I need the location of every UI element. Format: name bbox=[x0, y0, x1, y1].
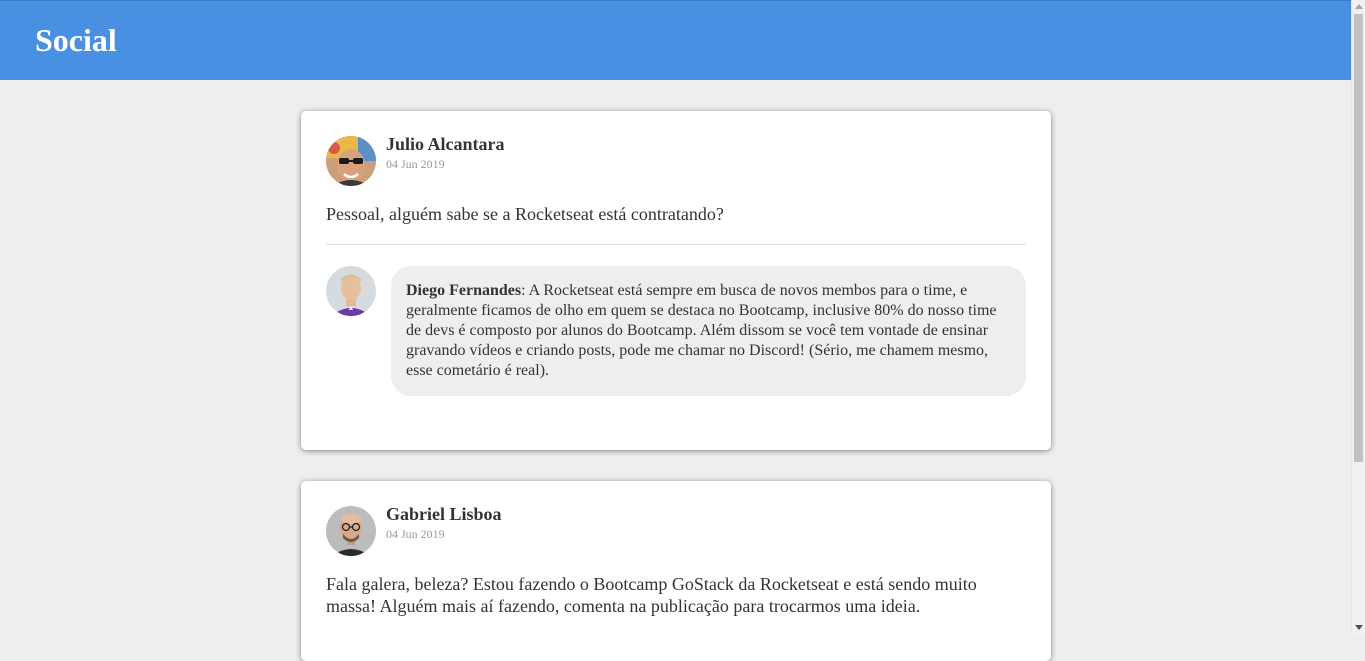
vertical-scrollbar[interactable] bbox=[1351, 0, 1365, 634]
post-card: Julio Alcantara 04 Jun 2019 Pessoal, alg… bbox=[301, 111, 1051, 450]
post-content: Fala galera, beleza? Estou fazendo o Boo… bbox=[326, 574, 977, 616]
post-date: 04 Jun 2019 bbox=[386, 157, 445, 171]
avatar[interactable] bbox=[326, 136, 376, 186]
post-date: 04 Jun 2019 bbox=[386, 527, 445, 541]
app-title: Social bbox=[35, 22, 117, 58]
divider bbox=[326, 244, 1026, 245]
app-header: Social bbox=[0, 0, 1351, 80]
scroll-down-arrow-icon[interactable] bbox=[1355, 625, 1363, 630]
post-author-name: Julio Alcantara bbox=[386, 134, 505, 154]
comment-author-name: Diego Fernandes bbox=[406, 282, 522, 299]
scrollbar-thumb[interactable] bbox=[1354, 14, 1363, 462]
comment-bubble: Diego Fernandes: A Rocketseat está sempr… bbox=[391, 266, 1026, 396]
avatar[interactable] bbox=[326, 506, 376, 556]
post-card: Gabriel Lisboa 04 Jun 2019 Fala galera, … bbox=[301, 481, 1051, 661]
scroll-up-arrow-icon[interactable] bbox=[1355, 4, 1363, 9]
post-content: Pessoal, alguém sabe se a Rocketseat est… bbox=[326, 204, 724, 224]
avatar[interactable] bbox=[326, 266, 376, 316]
post-author-name: Gabriel Lisboa bbox=[386, 504, 502, 524]
